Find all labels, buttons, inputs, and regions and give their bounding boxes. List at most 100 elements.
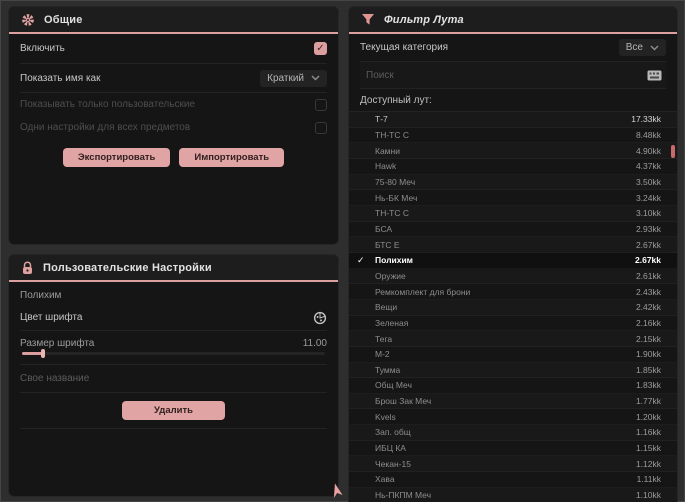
loot-filter-header[interactable]: Фильтр Лута bbox=[349, 7, 677, 34]
show-name-row: Показать имя как Краткий bbox=[20, 64, 327, 93]
enable-label: Включить bbox=[20, 43, 65, 54]
loot-filter-title: Фильтр Лута bbox=[384, 13, 464, 26]
loot-row[interactable]: ✓ Hawk 4.37kk bbox=[349, 159, 677, 175]
loot-row[interactable]: ✓ Зеленая 2.16kk bbox=[349, 316, 677, 332]
loot-item-name: БСА bbox=[375, 223, 393, 234]
loot-row[interactable]: ✓ Брош Зак Меч 1.77kk bbox=[349, 394, 677, 410]
custom-settings-title: Пользовательские Настройки bbox=[43, 261, 212, 274]
loot-item-value: 3.50kk bbox=[635, 176, 661, 187]
loot-item-value: 1.20kk bbox=[635, 411, 661, 422]
palette-icon[interactable] bbox=[313, 311, 327, 325]
loot-item-value: 1.85kk bbox=[635, 364, 661, 375]
loot-item-name: Тега bbox=[375, 333, 393, 344]
loot-item-name: ТН-ТС С bbox=[375, 129, 409, 140]
loot-row[interactable]: ✓ БТС Е 2.67kk bbox=[349, 237, 677, 253]
loot-item-name: Тумма bbox=[375, 364, 401, 375]
general-panel: Общие Включить ✓ Показать имя как Кратки… bbox=[8, 6, 339, 245]
loot-item-name: ТН-ТС С bbox=[375, 208, 409, 219]
delete-button[interactable]: Удалить bbox=[122, 401, 225, 420]
font-color-row[interactable]: Цвет шрифта bbox=[20, 305, 327, 331]
custom-name-input[interactable] bbox=[20, 365, 327, 392]
gear-icon bbox=[21, 13, 35, 27]
loot-item-name: Общ Меч bbox=[375, 380, 412, 391]
slider-handle[interactable] bbox=[41, 349, 45, 358]
loot-row[interactable]: ✓ Вещи 2.42kk bbox=[349, 300, 677, 316]
show-name-value: Краткий bbox=[267, 72, 304, 84]
loot-item-name: Kvels bbox=[375, 411, 396, 422]
custom-settings-panel: Пользовательские Настройки Полихим Цвет … bbox=[8, 254, 339, 497]
selected-item-name: Полихим bbox=[20, 290, 62, 301]
font-size-slider[interactable] bbox=[22, 349, 325, 358]
loot-row[interactable]: ✓ Хава 1.11kk bbox=[349, 472, 677, 488]
font-size-block: Размер шрифта 11.00 bbox=[20, 331, 327, 365]
enable-row: Включить ✓ bbox=[20, 34, 327, 64]
loot-row[interactable]: ✓ Т-7 17.33kk bbox=[349, 112, 677, 128]
font-size-label: Размер шрифта bbox=[20, 338, 95, 349]
loot-row[interactable]: ✓ 75-80 Меч 3.50kk bbox=[349, 175, 677, 191]
loot-item-value: 2.43kk bbox=[635, 286, 661, 297]
loot-item-name: Нь-ПКПМ Меч bbox=[375, 490, 432, 501]
show-name-label: Показать имя как bbox=[20, 72, 101, 84]
loot-row[interactable]: ✓ Камни 4.90kk bbox=[349, 143, 677, 159]
loot-item-value: 1.77kk bbox=[635, 396, 661, 407]
loot-row[interactable]: ✓ Тега 2.15kk bbox=[349, 331, 677, 347]
loot-row[interactable]: ✓ ТН-ТС С 3.10kk bbox=[349, 206, 677, 222]
loot-row[interactable]: ✓ М-2 1.90kk bbox=[349, 347, 677, 363]
loot-item-value: 17.33kk bbox=[631, 114, 661, 125]
loot-item-value: 2.16kk bbox=[635, 317, 661, 328]
search-row bbox=[360, 62, 666, 89]
export-button[interactable]: Экспортировать bbox=[62, 148, 171, 167]
loot-row[interactable]: ✓ Полихим 2.67kk bbox=[349, 252, 677, 269]
loot-item-name: Хава bbox=[375, 474, 395, 485]
loot-item-value: 2.67kk bbox=[635, 255, 661, 266]
loot-item-value: 4.37kk bbox=[635, 161, 661, 172]
general-panel-header[interactable]: Общие bbox=[9, 7, 338, 34]
same-settings-checkbox[interactable] bbox=[315, 121, 327, 134]
loot-row[interactable]: ✓ Оружие 2.61kk bbox=[349, 269, 677, 285]
loot-item-name: 75-80 Меч bbox=[375, 176, 416, 187]
loot-row[interactable]: ✓ Тумма 1.85kk bbox=[349, 363, 677, 379]
loot-item-value: 1.11kk bbox=[636, 474, 661, 485]
loot-row[interactable]: ✓ Нь-БК Меч 3.24kk bbox=[349, 190, 677, 206]
loot-item-value: 2.15kk bbox=[635, 333, 661, 344]
loot-item-value: 2.42kk bbox=[635, 302, 661, 313]
loot-item-value: 3.24kk bbox=[635, 192, 661, 203]
show-name-dropdown[interactable]: Краткий bbox=[260, 69, 327, 87]
scrollbar-thumb[interactable] bbox=[671, 145, 675, 158]
category-label: Текущая категория bbox=[360, 42, 449, 53]
check-icon: ✓ bbox=[357, 254, 365, 265]
loot-item-name: Брош Зак Меч bbox=[375, 396, 432, 407]
loot-item-value: 8.48kk bbox=[635, 129, 661, 140]
search-input[interactable] bbox=[360, 69, 647, 81]
loot-row[interactable]: ✓ БСА 2.93kk bbox=[349, 222, 677, 238]
only-custom-checkbox[interactable] bbox=[315, 98, 327, 111]
loot-item-value: 1.90kk bbox=[635, 349, 661, 360]
mouse-cursor-icon bbox=[330, 482, 345, 502]
loot-item-name: Ремкомплект для брони bbox=[375, 286, 471, 297]
loot-item-value: 1.15kk bbox=[635, 443, 661, 454]
lock-icon bbox=[21, 261, 34, 275]
font-color-label: Цвет шрифта bbox=[20, 312, 83, 323]
loot-row[interactable]: ✓ Ремкомплект для брони 2.43kk bbox=[349, 284, 677, 300]
chevron-down-icon bbox=[650, 45, 659, 51]
enable-checkbox[interactable]: ✓ bbox=[314, 42, 327, 55]
loot-row[interactable]: ✓ Зап. общ 1.16kk bbox=[349, 425, 677, 441]
loot-row[interactable]: ✓ Общ Меч 1.83kk bbox=[349, 378, 677, 394]
loot-row[interactable]: ✓ Нь-ПКПМ Меч 1.10kk bbox=[349, 488, 677, 502]
import-button[interactable]: Импортировать bbox=[179, 148, 285, 167]
category-row: Текущая категория Все bbox=[360, 34, 666, 62]
loot-row[interactable]: ✓ ИБЦ КА 1.15kk bbox=[349, 441, 677, 457]
loot-row[interactable]: ✓ ТН-ТС С 8.48kk bbox=[349, 128, 677, 144]
only-custom-label: Показывать только пользовательские bbox=[20, 99, 195, 110]
category-dropdown[interactable]: Все bbox=[618, 39, 666, 56]
loot-item-value: 2.61kk bbox=[635, 270, 661, 281]
font-size-value: 11.00 bbox=[302, 338, 327, 349]
loot-item-name: Оружие bbox=[375, 270, 406, 281]
loot-row[interactable]: ✓ Kvels 1.20kk bbox=[349, 409, 677, 425]
loot-item-value: 3.10kk bbox=[635, 208, 661, 219]
loot-item-value: 2.93kk bbox=[635, 223, 661, 234]
keyboard-icon[interactable] bbox=[647, 70, 666, 81]
custom-settings-header[interactable]: Пользовательские Настройки bbox=[9, 255, 338, 282]
loot-row[interactable]: ✓ Чекан-15 1.12kk bbox=[349, 456, 677, 472]
loot-item-value: 1.12kk bbox=[635, 458, 661, 469]
